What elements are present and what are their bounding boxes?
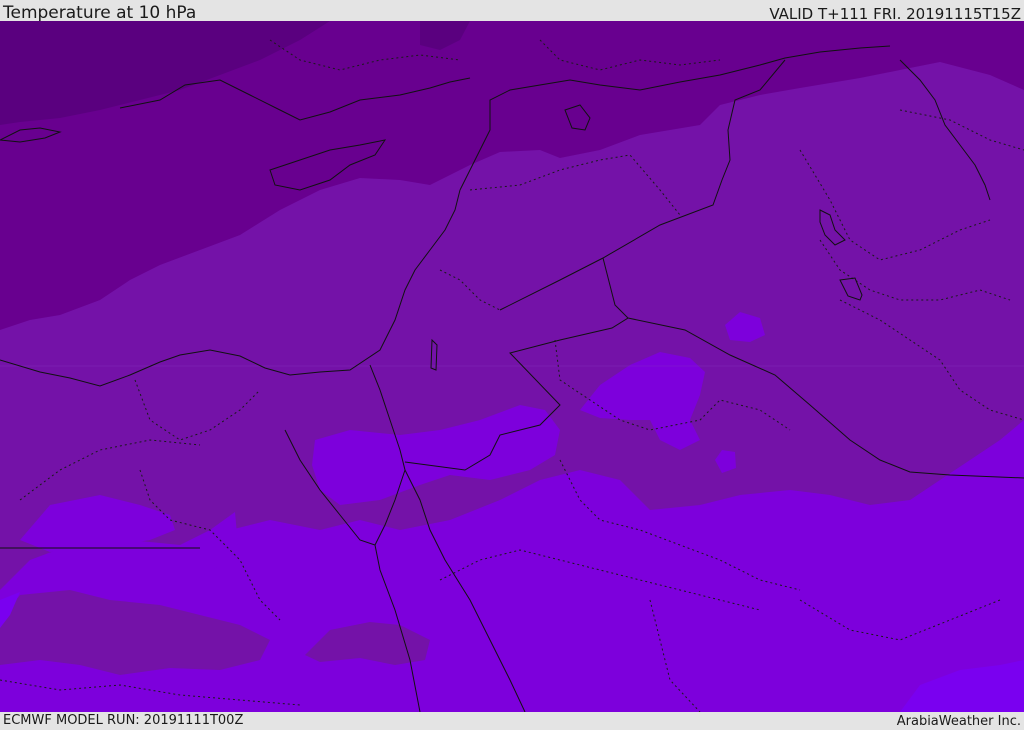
credit-label: ArabiaWeather Inc.	[896, 714, 1021, 729]
map-footer: ECMWF MODEL RUN: 20191111T00Z ArabiaWeat…	[0, 712, 1024, 729]
model-run-label: ECMWF MODEL RUN: 20191111T00Z	[3, 713, 244, 728]
map-header: Temperature at 10 hPa VALID T+111 FRI. 2…	[0, 0, 1024, 23]
temperature-map	[0, 21, 1024, 712]
